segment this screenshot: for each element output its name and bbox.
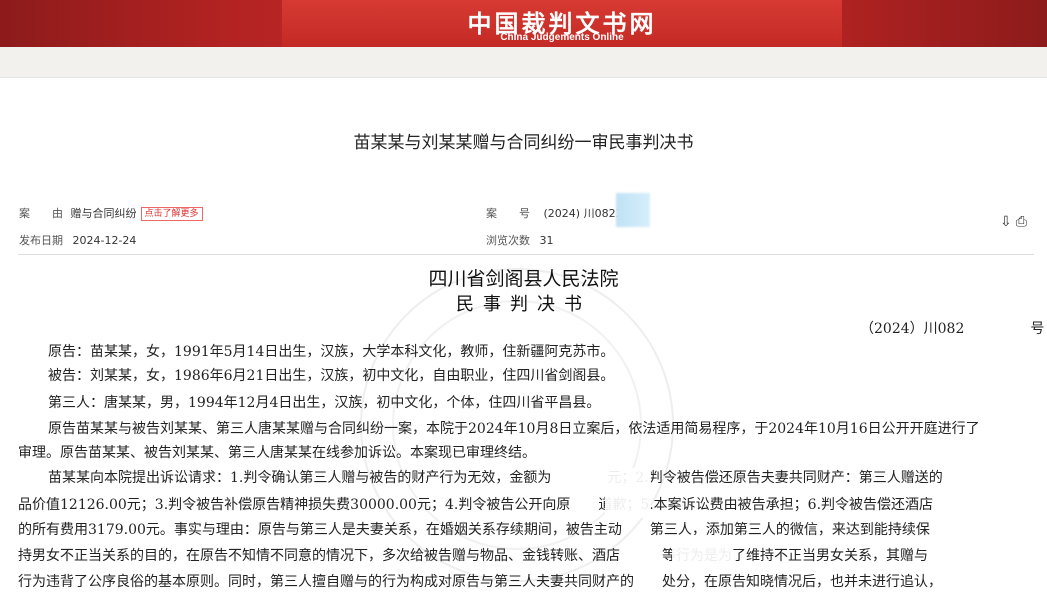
caseno-value: (2024) 川0823 [543,207,623,220]
date-value: 2024-12-24 [72,234,137,247]
defendant-line: 被告：刘某某，女，1986年6月21日出生，汉族，初中文化，自由职业，住四川省剑… [48,368,615,384]
cause-label: 案 由 [19,207,63,220]
claims-line-2: 品价值12126.00元；3.判令被告补偿原告精神损失费30000.00元；4.… [18,497,934,513]
site-banner: 中国裁判文书网 China Judgements Online [0,0,1047,47]
document-type: 民事判决书 [456,294,591,315]
case-intro-line-2: 审理。原告苗某某、被告刘某某、第三人唐某某在线参加诉讼。本案现已审理终结。 [18,445,536,461]
divider [18,254,1034,255]
plaintiff-line: 原告：苗某某，女，1991年5月14日出生，汉族，大学本科文化，教师，住新疆阿克… [48,344,615,360]
spacer [0,77,1047,100]
document-title: 苗某某与刘某某赠与合同纠纷一审民事判决书 [353,133,694,153]
redaction-mask [605,468,651,518]
claims-line-4: 持男女不正当关系的目的，在原告不知情不同意的情况下，多次给被告赠与物品、金钱转账… [18,548,928,564]
site-subtitle: China Judgements Online [500,32,624,43]
caseno-row: 案 号 (2024) 川0823 [486,205,623,221]
case-number-left: （2024）川082 [860,321,965,337]
date-label: 发布日期 [19,234,63,247]
court-name: 四川省剑阁县人民法院 [428,268,619,290]
toolbar: ⇩ ⎙ [1000,214,1031,230]
date-row: 发布日期 2024-12-24 [19,232,136,248]
claims-line-1: 苗某某向本院提出诉讼请求：1.判令确认第三人赠与被告的财产行为无效，金额为 元；… [48,470,943,486]
redaction-mask [672,535,732,565]
learn-more-link[interactable]: 点击了解更多 [140,207,203,221]
case-intro-line-1: 原告苗某某与被告刘某某、第三人唐某某赠与合同纠纷一案，本院于2024年10月8日… [48,421,980,437]
caseno-label: 案 号 [486,207,530,220]
site-logo[interactable]: 中国裁判文书网 China Judgements Online [282,0,842,47]
case-number-right: 号 [1030,321,1045,337]
views-value: 31 [539,234,554,247]
cause-value: 赠与合同纠纷 [70,207,137,220]
views-label: 浏览次数 [486,234,530,247]
third-party-line: 第三人：唐某某，男，1994年12月4日出生，汉族，初中文化，个体，住四川省平昌… [48,395,601,411]
print-icon[interactable]: ⎙ [1016,214,1027,230]
nav-bar [0,47,1047,77]
case-number: （2024）川082 号 [860,318,1044,338]
download-icon[interactable]: ⇩ [1000,214,1012,230]
claims-line-5: 行为违背了公序良俗的基本原则。同时，第三人擅自赠与的行为构成对原告与第三人夫妻共… [18,574,942,590]
redaction-blur [616,193,650,227]
views-row: 浏览次数 31 [486,232,554,248]
cause-row: 案 由 赠与合同纠纷 点击了解更多 [19,205,203,221]
claims-line-3: 的所有费用3179.00元。事实与理由：原告与第三人是夫妻关系，在婚姻关系存续期… [18,522,930,538]
